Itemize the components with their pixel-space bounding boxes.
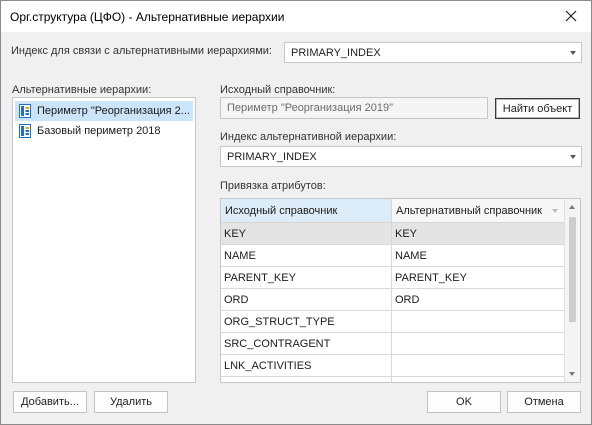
table-cell: ORD [221, 289, 392, 311]
table-cell[interactable]: ORD [392, 289, 565, 311]
scrollbar-thumb[interactable] [569, 217, 576, 322]
dialog-window: Орг.структура (ЦФО) - Альтернативные иер… [0, 0, 592, 425]
table-row[interactable]: KEY KEY [221, 223, 565, 245]
alt-hierarchies-list[interactable]: Периметр "Реорганизация 2... Базовый пер… [12, 97, 196, 383]
table-cell[interactable] [392, 311, 565, 333]
grid-header: Исходный справочник Альтернативный справ… [221, 199, 565, 223]
attribute-binding-grid[interactable]: Исходный справочник Альтернативный справ… [220, 198, 581, 383]
grid-scrollbar[interactable] [564, 199, 580, 382]
source-directory-value: Периметр "Реорганизация 2019" [227, 102, 394, 114]
close-button[interactable] [557, 4, 585, 28]
alt-index-label: Индекс альтернативной иерархии: [220, 131, 397, 143]
table-cell[interactable]: PARENT_KEY [392, 267, 565, 289]
column-header-source[interactable]: Исходный справочник [221, 199, 392, 223]
window-title: Орг.структура (ЦФО) - Альтернативные иер… [10, 10, 285, 24]
chevron-down-icon [570, 51, 576, 55]
add-button[interactable]: Добавить... [13, 391, 87, 413]
table-cell: PARENT_KEY [221, 267, 392, 289]
table-cell: ORG_STRUCT_TYPE [221, 311, 392, 333]
link-index-label: Индекс для связи с альтернативными иерар… [11, 45, 272, 57]
find-object-button[interactable]: Найти объект [495, 98, 580, 119]
chevron-down-icon [552, 209, 558, 213]
title-bar: Орг.структура (ЦФО) - Альтернативные иер… [1, 1, 591, 32]
table-row[interactable]: NAME NAME [221, 245, 565, 267]
table-cell[interactable]: NAME [392, 245, 565, 267]
table-cell[interactable] [392, 355, 565, 377]
alt-index-combo[interactable]: PRIMARY_INDEX [220, 146, 582, 167]
delete-button[interactable]: Удалить [94, 391, 168, 413]
source-directory-label: Исходный справочник: [220, 84, 336, 96]
alt-hierarchies-label: Альтернативные иерархии: [12, 84, 152, 96]
table-cell[interactable] [392, 333, 565, 355]
dictionary-icon [19, 104, 31, 118]
table-row[interactable]: SRC_CONTRAGENT [221, 333, 565, 355]
scroll-down-icon[interactable] [569, 372, 575, 376]
table-row[interactable] [221, 377, 565, 382]
table-row[interactable]: ORD ORD [221, 289, 565, 311]
link-index-combo[interactable]: PRIMARY_INDEX [284, 42, 582, 63]
table-row[interactable]: PARENT_KEY PARENT_KEY [221, 267, 565, 289]
alt-index-value: PRIMARY_INDEX [227, 150, 317, 163]
table-row[interactable]: ORG_STRUCT_TYPE [221, 311, 565, 333]
list-item-label: Базовый периметр 2018 [37, 125, 161, 137]
table-cell[interactable] [392, 377, 565, 382]
close-icon [565, 10, 577, 22]
dictionary-icon [19, 124, 31, 138]
list-item[interactable]: Базовый периметр 2018 [15, 121, 193, 141]
table-cell: LNK_ACTIVITIES [221, 355, 392, 377]
scroll-up-icon[interactable] [569, 205, 575, 209]
table-row[interactable]: LNK_ACTIVITIES [221, 355, 565, 377]
table-cell: KEY [221, 223, 392, 245]
find-object-label: Найти объект [502, 102, 573, 115]
cancel-button[interactable]: Отмена [507, 391, 581, 413]
link-index-value: PRIMARY_INDEX [291, 46, 381, 59]
table-cell: NAME [221, 245, 392, 267]
list-item-label: Периметр "Реорганизация 2... [37, 105, 190, 117]
chevron-down-icon [570, 155, 576, 159]
table-cell: SRC_CONTRAGENT [221, 333, 392, 355]
table-cell[interactable]: KEY [392, 223, 565, 245]
ok-button[interactable]: OK [427, 391, 501, 413]
attribute-binding-label: Привязка атрибутов: [220, 180, 326, 192]
source-directory-field[interactable]: Периметр "Реорганизация 2019" [220, 97, 488, 119]
table-cell [221, 377, 392, 382]
column-header-alternative[interactable]: Альтернативный справочник [392, 199, 565, 223]
list-item[interactable]: Периметр "Реорганизация 2... [15, 101, 193, 121]
